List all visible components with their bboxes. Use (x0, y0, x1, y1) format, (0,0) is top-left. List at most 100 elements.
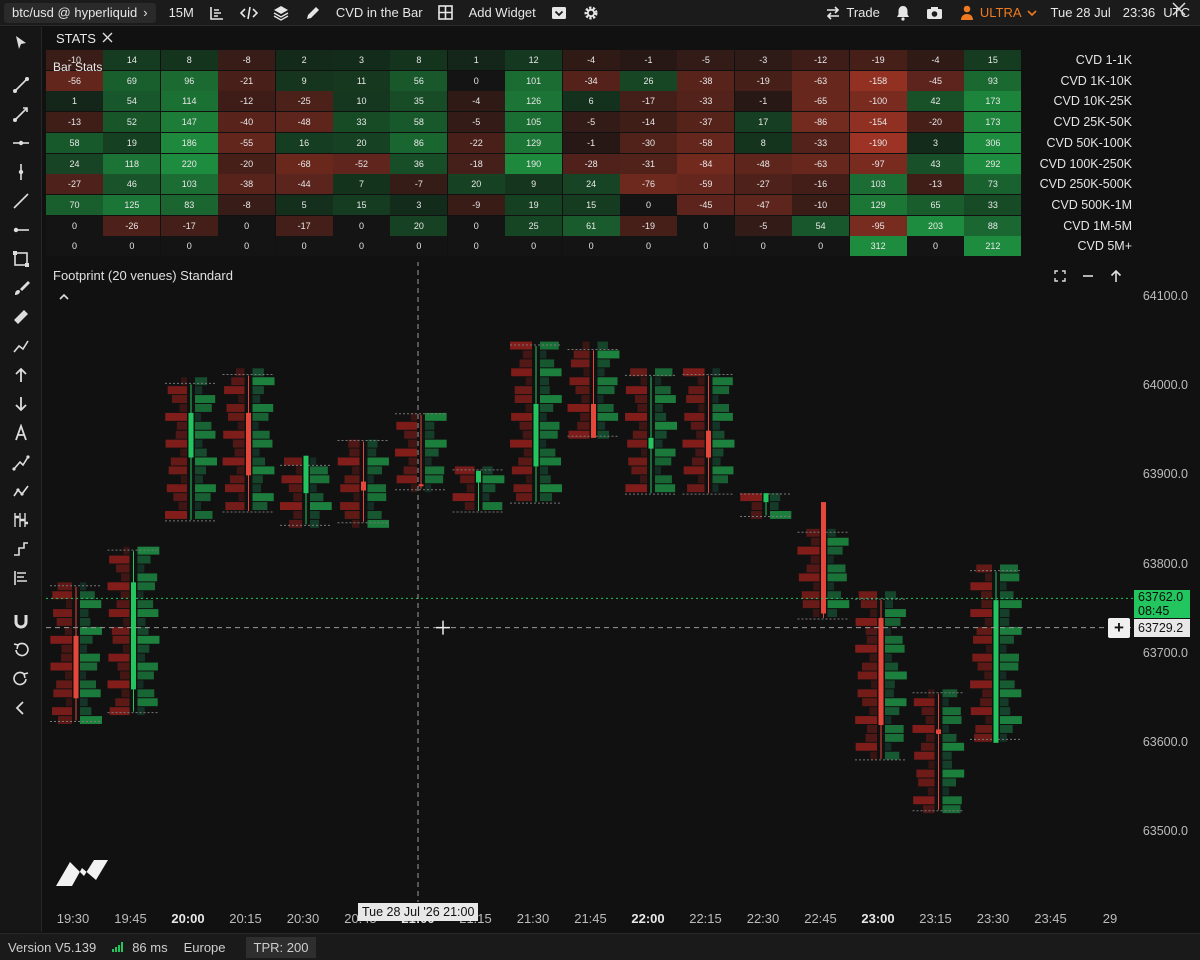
magnet-tool[interactable] (9, 609, 33, 633)
pattern-tool[interactable] (9, 479, 33, 503)
tab-stats[interactable]: STATS (46, 27, 123, 49)
trend-line-tool[interactable] (9, 73, 33, 97)
stats-cell: 26 (620, 70, 677, 91)
stats-row-label: CVD 25K-50K (1053, 115, 1132, 130)
footprint-ask-cell (712, 448, 724, 457)
footprint-bid-cell (810, 555, 820, 564)
script-button[interactable] (233, 0, 265, 26)
footprint-ask-cell (252, 484, 261, 493)
stats-cell: 20 (390, 215, 448, 236)
horizontal-ray-tool[interactable] (9, 218, 33, 242)
footprint-ask-cell (310, 484, 317, 493)
timeframe-button[interactable]: 15M (162, 0, 201, 26)
footprint-ask-cell (195, 395, 216, 403)
close-tab-icon[interactable] (102, 31, 113, 46)
stats-cell: -44 (275, 174, 333, 195)
footprint-ask-cell (252, 475, 263, 484)
stats-cell: -3 (734, 50, 792, 70)
tpr-badge[interactable]: TPR: 200 (245, 936, 317, 958)
price-axis[interactable]: 64100.0 64000.0 63900.0 63800.0 63700.0 63600… (1134, 262, 1200, 902)
cvd-in-bar-button[interactable]: CVD in the Bar (329, 0, 430, 26)
footprint-ask-cell (137, 644, 150, 653)
step-tool[interactable] (9, 537, 33, 561)
footprint-bid-cell (912, 725, 935, 733)
footprint-ask-cell (942, 725, 949, 733)
footprint-bid-cell (866, 635, 877, 644)
footprint-ask-cell (942, 698, 949, 707)
footprint-bid-cell (522, 350, 532, 359)
footprint-bid-cell (974, 733, 992, 742)
eraser-tool[interactable] (9, 305, 33, 329)
ray-tool[interactable] (9, 102, 33, 126)
stats-cell: 20 (333, 132, 390, 153)
footprint-bid-cell (236, 466, 245, 475)
footprint-bid-cell (519, 359, 532, 368)
arrow-down-tool[interactable] (9, 392, 33, 416)
stats-cell: -45 (677, 194, 735, 215)
volume-profile-tool[interactable] (9, 508, 33, 532)
footprint-bid-cell (293, 511, 302, 519)
footprint-bid-cell (916, 769, 935, 778)
footprint-ask-cell (425, 475, 444, 484)
redo-button[interactable] (9, 667, 33, 691)
time-axis[interactable]: 19:3019:4520:0020:1520:3020:4521:0021:15… (46, 902, 1134, 932)
screenshot-button[interactable] (919, 0, 951, 26)
minimize-button[interactable] (1078, 266, 1098, 286)
settings-button[interactable] (575, 0, 607, 26)
footprint-ask-cell (540, 475, 551, 484)
footprint-ask-cell (367, 448, 377, 457)
add-widget-button[interactable]: Add Widget (462, 0, 543, 26)
path-tool[interactable] (9, 334, 33, 358)
levels-tool[interactable] (9, 566, 33, 590)
undo-button[interactable] (9, 638, 33, 662)
arrow-up-tool[interactable] (9, 363, 33, 387)
cursor-tool[interactable] (9, 31, 33, 55)
templates-button[interactable] (543, 0, 575, 26)
stats-cell: -4 (562, 50, 620, 70)
rectangle-tool[interactable] (9, 247, 33, 271)
brush-tool[interactable] (9, 276, 33, 300)
footprint-ask-cell (252, 430, 270, 439)
stats-cell: 173 (964, 91, 1022, 112)
draw-button[interactable] (297, 0, 329, 26)
footprint-bid-cell (525, 377, 532, 386)
maximize-button[interactable] (1106, 266, 1126, 286)
fib-icon (12, 455, 30, 471)
footprint-ask-cell (540, 448, 556, 457)
symbol-selector[interactable]: btc/usd @ hyperliquid › (4, 2, 156, 23)
indicators-button[interactable] (201, 0, 233, 26)
footprint-ask-cell (770, 493, 781, 502)
stats-cell: 24 (562, 174, 620, 195)
footprint-bid-cell (112, 635, 130, 644)
footprint-bid-cell (870, 680, 877, 689)
footprint-chart[interactable] (46, 262, 1134, 902)
vertical-line-tool[interactable] (9, 160, 33, 184)
footprint-bid-cell (61, 653, 72, 662)
footprint-ask-cell (655, 404, 663, 412)
fib-tool[interactable] (9, 450, 33, 474)
close-panel-button[interactable] (1172, 2, 1190, 20)
bar-countdown: 08:45 (1138, 604, 1170, 619)
account-menu[interactable]: ULTRA (951, 0, 1044, 26)
horizontal-line-icon (13, 140, 29, 146)
alerts-button[interactable] (887, 0, 919, 26)
stats-cell: 126 (505, 91, 563, 112)
footprint-ask-cell (195, 386, 203, 395)
footprint-bid-cell (855, 716, 877, 724)
footprint-bid-cell (750, 511, 762, 519)
fullscreen-button[interactable] (1050, 266, 1070, 286)
collapse-legend-button[interactable] (57, 290, 73, 306)
trade-button[interactable]: Trade (817, 0, 886, 26)
footprint-ask-cell (137, 707, 145, 716)
region-label[interactable]: Europe (176, 940, 234, 955)
layout-grid-button[interactable] (430, 0, 462, 26)
segment-tool[interactable] (9, 189, 33, 213)
candle-body (878, 618, 884, 725)
footprint-ask-cell (80, 671, 87, 680)
text-tool[interactable] (9, 421, 33, 445)
layers-button[interactable] (265, 0, 297, 26)
footprint-bid-cell (109, 707, 130, 716)
horizontal-line-tool[interactable] (9, 131, 33, 155)
add-order-button[interactable]: + (1108, 617, 1130, 638)
collapse-toolbar-button[interactable] (9, 696, 33, 720)
